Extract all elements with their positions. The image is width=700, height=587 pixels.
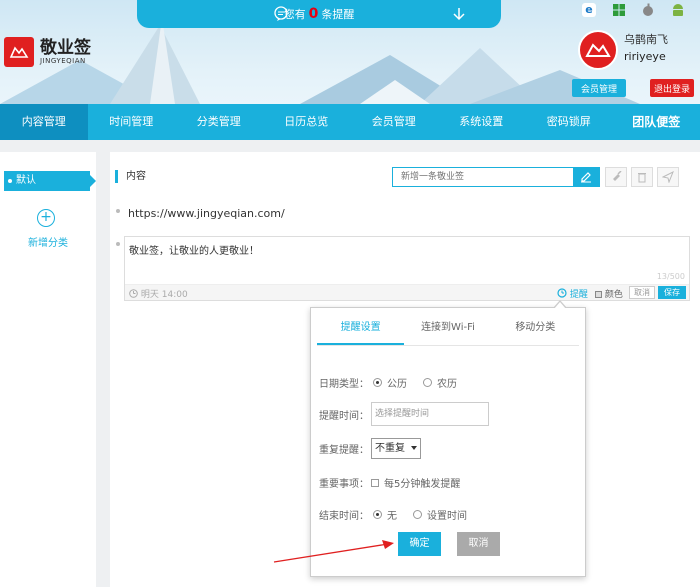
tab-remind-settings[interactable]: 提醒设置 xyxy=(317,318,405,345)
nav-lock-screen[interactable]: 密码锁屏 xyxy=(525,104,613,140)
user-name: 乌鹊南飞 xyxy=(624,33,668,46)
editor-save-button[interactable]: 保存 xyxy=(658,286,686,299)
repeat-select[interactable]: 不重复 xyxy=(371,438,421,459)
popup-tabs: 提醒设置 连接到Wi-Fi 移动分类 xyxy=(317,318,579,346)
tab-move-category[interactable]: 移动分类 xyxy=(492,318,579,345)
send-button[interactable] xyxy=(657,167,679,187)
android-icon[interactable] xyxy=(671,3,685,17)
confirm-button[interactable]: 确定 xyxy=(398,532,441,556)
header: 敬业签 JINGYEQIAN 您有 0 条提醒 e 乌鹊南飞 ririyeye … xyxy=(0,0,700,104)
sidebar-item-default[interactable]: 默认 xyxy=(4,171,96,191)
clock-icon xyxy=(557,288,567,298)
bullet xyxy=(116,209,120,213)
send-icon xyxy=(662,171,674,183)
repeat-row: 重复提醒： 不重复 xyxy=(319,438,421,459)
end-time-row: 结束时间： 无 设置时间 xyxy=(319,510,467,522)
arrow-down-icon[interactable] xyxy=(452,6,466,22)
app-name-en: JINGYEQIAN xyxy=(40,57,86,65)
caret-down-icon xyxy=(411,446,417,450)
nav-category-manage[interactable]: 分类管理 xyxy=(175,104,263,140)
delete-button[interactable] xyxy=(631,167,653,187)
tab-wifi[interactable]: 连接到Wi-Fi xyxy=(404,318,491,345)
logout-button[interactable]: 退出登录 xyxy=(650,79,694,97)
popup-cancel-button[interactable]: 取消 xyxy=(457,532,500,556)
bullet xyxy=(116,242,120,246)
user-id: ririyeye xyxy=(624,50,666,63)
logo: 敬业签 JINGYEQIAN xyxy=(4,37,91,67)
nav-time-manage[interactable]: 时间管理 xyxy=(88,104,176,140)
note-editor[interactable]: 敬业签，让敬业的人更敬业！ 13/500 明天 14:00 提醒 颜色 取消 保… xyxy=(124,236,690,301)
radio-set-time[interactable] xyxy=(413,510,422,519)
clock-icon xyxy=(129,289,138,298)
broom-icon xyxy=(613,171,622,181)
new-note-input[interactable] xyxy=(393,168,568,186)
new-note-box xyxy=(392,167,600,187)
ie-icon[interactable]: e xyxy=(582,3,596,17)
pencil-icon xyxy=(581,172,591,183)
nav-team-notes[interactable]: 团队便签 xyxy=(613,104,700,140)
important-checkbox[interactable] xyxy=(371,478,379,487)
app-name: 敬业签 xyxy=(40,38,91,58)
note-item[interactable]: https://www.jingyeqian.com/ xyxy=(128,207,285,220)
remind-time-input[interactable]: 选择提醒时间 xyxy=(371,402,489,426)
nav-member-manage[interactable]: 会员管理 xyxy=(350,104,438,140)
red-arrow-annotation xyxy=(273,540,394,563)
windows-icon[interactable] xyxy=(612,3,626,17)
date-hint: 明天 14:00 xyxy=(129,287,188,300)
edit-button[interactable] xyxy=(573,168,599,186)
chat-bubble-icon xyxy=(274,6,288,21)
plus-icon[interactable]: + xyxy=(37,209,55,227)
editor-toolbar: 明天 14:00 提醒 颜色 取消 保存 xyxy=(125,284,689,300)
date-type-row: 日期类型： 公历 农历 xyxy=(319,378,457,390)
add-category-button[interactable]: 新增分类 xyxy=(0,234,96,249)
clear-button[interactable] xyxy=(605,167,627,187)
remind-time-row: 提醒时间： 选择提醒时间 xyxy=(319,402,489,426)
member-manage-button[interactable]: 会员管理 xyxy=(572,79,626,97)
important-row: 重要事项： 每5分钟触发提醒 xyxy=(319,478,461,490)
remind-button[interactable]: 提醒 xyxy=(557,287,588,300)
nav-content-manage[interactable]: 内容管理 xyxy=(0,104,88,140)
char-counter: 13/500 xyxy=(656,272,685,281)
radio-solar[interactable] xyxy=(373,378,382,387)
nav-calendar[interactable]: 日历总览 xyxy=(263,104,351,140)
main-nav: 内容管理 时间管理 分类管理 日历总览 会员管理 系统设置 密码锁屏 团队便签 xyxy=(0,104,700,140)
apple-icon[interactable] xyxy=(641,3,655,17)
radio-lunar[interactable] xyxy=(423,378,432,387)
notice-count: 0 xyxy=(308,6,319,22)
color-swatch-icon xyxy=(595,291,602,298)
logo-icon xyxy=(4,37,34,67)
color-button[interactable]: 颜色 xyxy=(595,287,623,300)
notice-suffix: 条提醒 xyxy=(321,8,355,21)
editor-text[interactable]: 敬业签，让敬业的人更敬业！ xyxy=(129,242,259,257)
avatar[interactable] xyxy=(578,30,618,70)
radio-no-end[interactable] xyxy=(373,510,382,519)
editor-cancel-button[interactable]: 取消 xyxy=(629,286,655,299)
trash-icon xyxy=(638,173,646,183)
sidebar: 默认 + 新增分类 xyxy=(0,152,96,587)
nav-settings[interactable]: 系统设置 xyxy=(438,104,526,140)
section-title: 内容 xyxy=(115,170,146,183)
notice-bar[interactable]: 您有 0 条提醒 xyxy=(137,0,501,28)
